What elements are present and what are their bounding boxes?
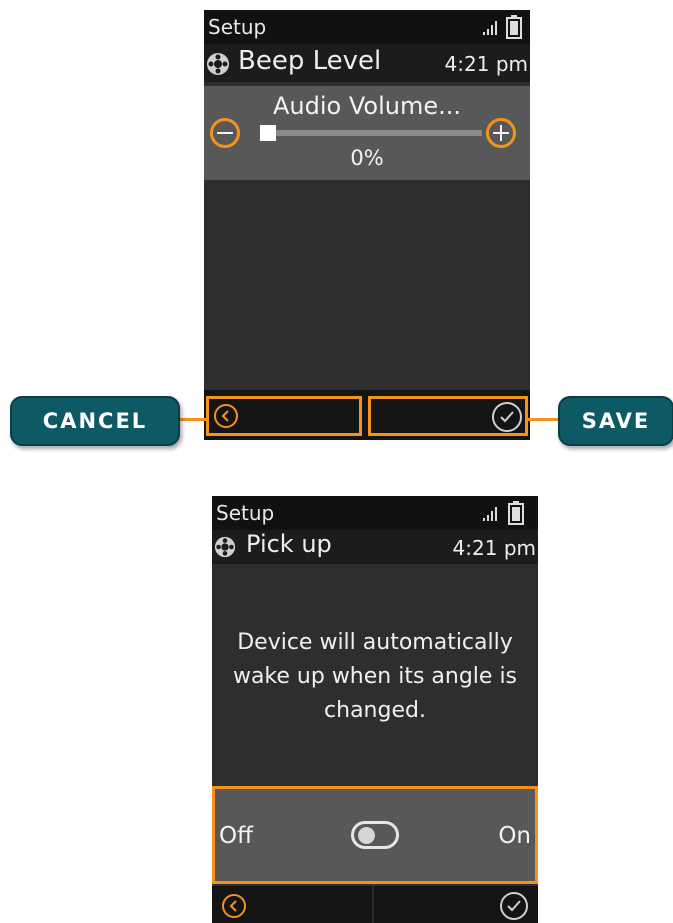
toggle-off-label: Off <box>219 823 253 849</box>
bottom-bar <box>212 886 538 923</box>
check-icon <box>492 402 522 432</box>
cancel-callout: CANCEL <box>10 396 180 446</box>
battery-icon <box>506 15 522 39</box>
pick-up-toggle-panel[interactable]: Off On <box>212 786 538 884</box>
description-line: Device will automatically <box>237 630 513 655</box>
volume-value: 0% <box>350 146 384 170</box>
status-bar: Setup <box>204 10 530 44</box>
toggle-knob <box>358 827 375 844</box>
volume-decrease-button[interactable] <box>210 118 240 148</box>
battery-icon <box>508 501 524 525</box>
volume-slider-track[interactable] <box>260 130 482 136</box>
gear-icon <box>207 53 229 75</box>
pick-up-screen: Setup Pick up 4:21 pm Device will automa… <box>212 496 538 923</box>
save-callout: SAVE <box>558 396 673 446</box>
pick-up-toggle[interactable] <box>351 821 399 849</box>
cancel-connector-line <box>176 418 206 421</box>
gear-icon <box>214 536 236 558</box>
page-title: Beep Level <box>238 46 382 76</box>
title-bar: Beep Level 4:21 pm <box>204 44 530 82</box>
app-name: Setup <box>208 15 267 39</box>
check-icon[interactable] <box>500 892 528 920</box>
description-text: Device will automatically wake up when i… <box>212 626 538 728</box>
back-icon[interactable] <box>222 894 246 918</box>
minus-icon <box>217 132 233 134</box>
description-line: changed. <box>324 698 426 723</box>
clock: 4:21 pm <box>444 52 528 76</box>
bottom-bar-divider <box>372 886 374 923</box>
volume-panel: Audio Volume... 0% <box>204 86 530 180</box>
clock: 4:21 pm <box>452 536 536 560</box>
signal-icon <box>483 507 497 521</box>
page-title: Pick up <box>246 530 332 558</box>
beep-level-screen: Setup Beep Level 4:21 pm Audio Volume... <box>204 10 530 440</box>
toggle-on-label: On <box>498 823 531 849</box>
plus-icon <box>493 125 509 141</box>
app-name: Setup <box>216 501 275 525</box>
signal-icon <box>483 21 497 35</box>
volume-increase-button[interactable] <box>486 118 516 148</box>
save-connector-line <box>528 418 560 421</box>
description-line: wake up when its angle is <box>232 664 518 689</box>
volume-label: Audio Volume... <box>273 92 461 120</box>
volume-slider-thumb[interactable] <box>260 125 276 141</box>
title-bar: Pick up 4:21 pm <box>212 530 538 564</box>
status-bar: Setup <box>212 496 538 530</box>
back-icon <box>214 404 238 428</box>
